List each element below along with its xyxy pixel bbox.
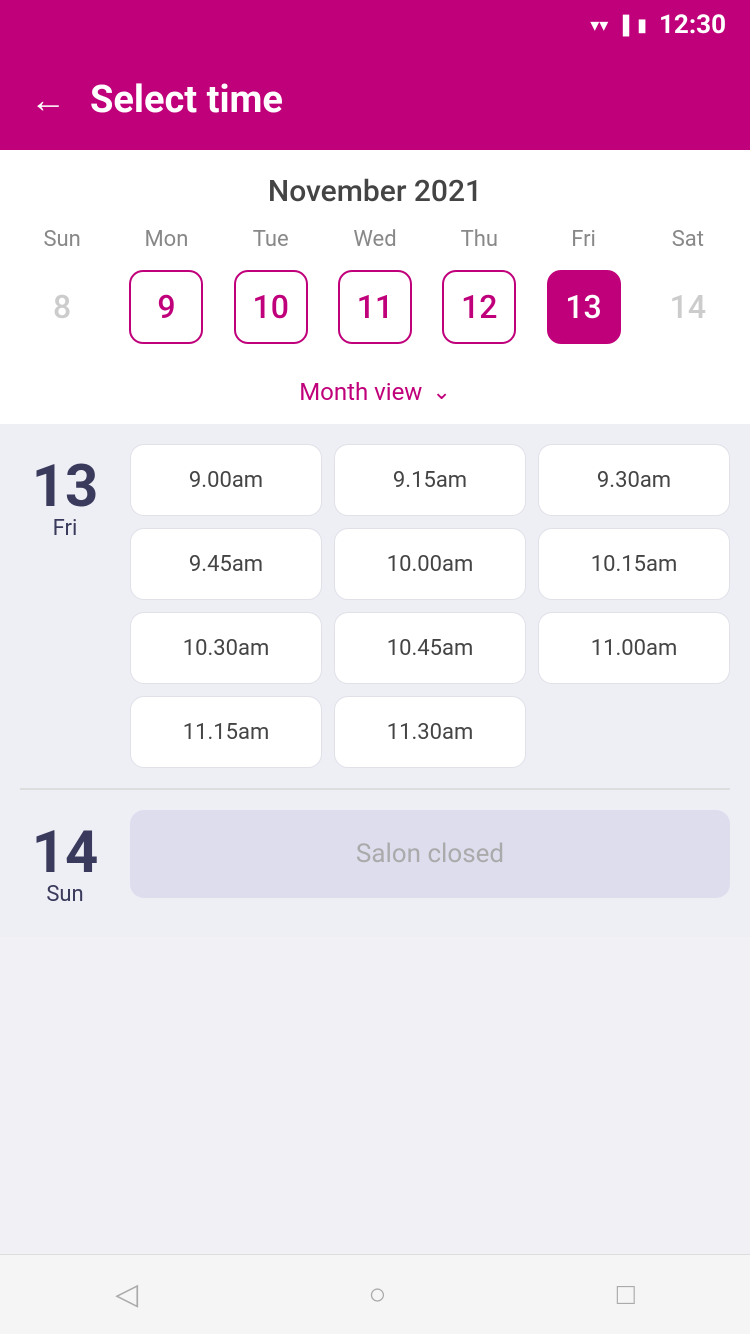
day-number-10[interactable]: 10 bbox=[234, 270, 308, 344]
time-slot-900am[interactable]: 9.00am bbox=[130, 444, 322, 516]
time-slot-1015am[interactable]: 10.15am bbox=[538, 528, 730, 600]
day-cell-14[interactable]: 14 bbox=[636, 262, 740, 352]
day-label-14: 14 Sun bbox=[20, 810, 110, 907]
time-slot-1030am[interactable]: 10.30am bbox=[130, 612, 322, 684]
day-num-13: 13 bbox=[32, 458, 99, 516]
time-slot-930am[interactable]: 9.30am bbox=[538, 444, 730, 516]
day-block-14: 14 Sun Salon closed bbox=[20, 810, 730, 907]
day-cell-10[interactable]: 10 bbox=[219, 262, 323, 352]
calendar-section: November 2021 Sun Mon Tue Wed Thu Fri Sa… bbox=[0, 150, 750, 424]
nav-home-button[interactable]: ○ bbox=[368, 1277, 386, 1312]
time-slot-1115am[interactable]: 11.15am bbox=[130, 696, 322, 768]
wifi-icon: ▾▾ bbox=[590, 15, 608, 36]
signal-icon: ▐ bbox=[616, 15, 629, 36]
page-title: Select time bbox=[90, 78, 283, 122]
day-number-11[interactable]: 11 bbox=[338, 270, 412, 344]
month-view-label[interactable]: Month view bbox=[299, 378, 422, 406]
day-number-12[interactable]: 12 bbox=[442, 270, 516, 344]
day-number-9[interactable]: 9 bbox=[129, 270, 203, 344]
day-number-13[interactable]: 13 bbox=[547, 270, 621, 344]
weekday-wed: Wed bbox=[323, 227, 427, 252]
weekday-mon: Mon bbox=[114, 227, 218, 252]
day-cell-12[interactable]: 12 bbox=[427, 262, 531, 352]
day-name-14: Sun bbox=[46, 882, 83, 907]
battery-icon: ▮ bbox=[637, 15, 647, 36]
weekdays-row: Sun Mon Tue Wed Thu Fri Sat bbox=[0, 227, 750, 252]
day-label-13: 13 Fri bbox=[20, 444, 110, 768]
day-name-13: Fri bbox=[53, 516, 78, 541]
weekday-tue: Tue bbox=[219, 227, 323, 252]
time-slot-1045am[interactable]: 10.45am bbox=[334, 612, 526, 684]
slots-section: 13 Fri 9.00am 9.15am 9.30am 9.45am 10.00… bbox=[0, 424, 750, 937]
time-slot-945am[interactable]: 9.45am bbox=[130, 528, 322, 600]
weekday-sun: Sun bbox=[10, 227, 114, 252]
weekday-fri: Fri bbox=[531, 227, 635, 252]
time-slot-1000am[interactable]: 10.00am bbox=[334, 528, 526, 600]
weekday-sat: Sat bbox=[636, 227, 740, 252]
chevron-down-icon[interactable]: ⌄ bbox=[432, 380, 450, 405]
days-row: 8 9 10 11 12 13 14 bbox=[0, 262, 750, 352]
month-year-label: November 2021 bbox=[0, 174, 750, 209]
day-block-13: 13 Fri 9.00am 9.15am 9.30am 9.45am 10.00… bbox=[20, 444, 730, 768]
navigation-bar: ◁ ○ □ bbox=[0, 1254, 750, 1334]
month-view-toggle[interactable]: Month view ⌄ bbox=[0, 368, 750, 424]
time-slot-1100am[interactable]: 11.00am bbox=[538, 612, 730, 684]
nav-recent-button[interactable]: □ bbox=[617, 1277, 635, 1312]
day-number-8[interactable]: 8 bbox=[25, 270, 99, 344]
status-icons: ▾▾ ▐ ▮ bbox=[590, 15, 647, 36]
day-num-14: 14 bbox=[32, 824, 99, 882]
weekday-thu: Thu bbox=[427, 227, 531, 252]
status-time: 12:30 bbox=[659, 10, 726, 40]
status-bar: ▾▾ ▐ ▮ 12:30 bbox=[0, 0, 750, 50]
day-divider bbox=[20, 788, 730, 790]
back-button[interactable]: ← bbox=[30, 79, 66, 121]
day-cell-13[interactable]: 13 bbox=[531, 262, 635, 352]
day-number-14[interactable]: 14 bbox=[651, 270, 725, 344]
day-cell-8[interactable]: 8 bbox=[10, 262, 114, 352]
app-header: ← Select time bbox=[0, 50, 750, 150]
slots-grid-13: 9.00am 9.15am 9.30am 9.45am 10.00am 10.1… bbox=[130, 444, 730, 768]
day-cell-9[interactable]: 9 bbox=[114, 262, 218, 352]
day-cell-11[interactable]: 11 bbox=[323, 262, 427, 352]
salon-closed-label: Salon closed bbox=[130, 810, 730, 898]
nav-back-button[interactable]: ◁ bbox=[115, 1277, 138, 1312]
time-slot-1130am[interactable]: 11.30am bbox=[334, 696, 526, 768]
time-slot-915am[interactable]: 9.15am bbox=[334, 444, 526, 516]
